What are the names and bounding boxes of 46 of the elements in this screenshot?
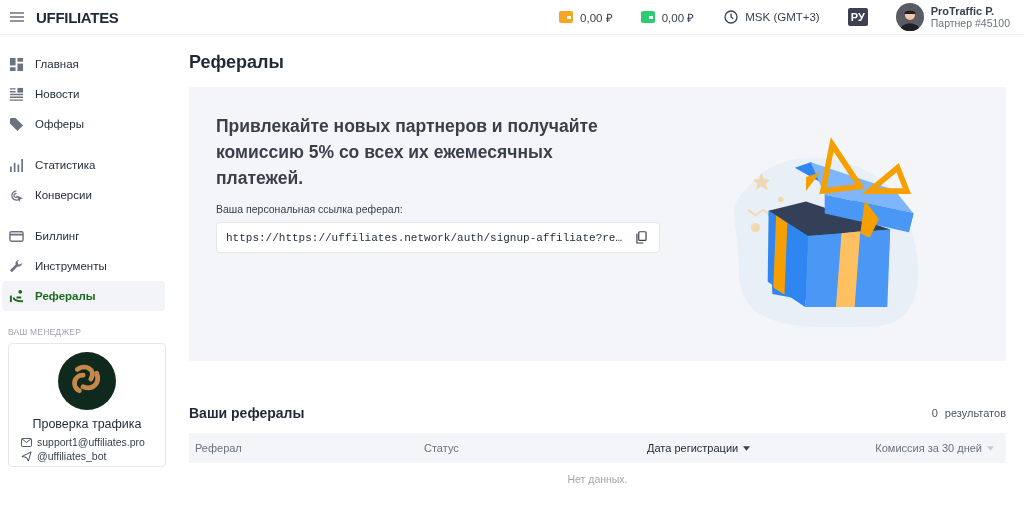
manager-logo-icon [58,352,116,410]
column-header: Реферал [195,442,242,454]
send-icon [21,450,32,462]
promo-headline: Привлекайте новых партнеров и получайте комиссию 5% со всех их ежемесячных платежей. [216,115,599,190]
column-header: Статус [424,442,459,454]
section-heading: ВАШ МЕНЕДЖЕР [8,327,83,337]
sidebar-item[interactable]: Конверсии [2,180,165,210]
clock-icon [724,10,739,24]
person-icon [9,288,24,304]
sort-header[interactable]: Дата регистрации [647,442,739,454]
balance-amount: 0,00 ₽ [661,10,695,25]
timezone-label[interactable]: MSK (GMT+3) [745,11,820,23]
avatar-icon[interactable] [895,3,924,31]
language-button[interactable]: РУ [847,8,868,26]
empty-message: Нет данных. [566,473,629,485]
user-name: ProTraffic P. [930,5,996,17]
mail-icon [21,437,32,447]
referral-link-field[interactable]: https://https://uffiliates.network/auth/signup-affiliate?re… [216,222,660,253]
bar-chart-icon [9,157,24,173]
section-title: Ваши рефералы [189,405,305,421]
balance-amount: 0,00 ₽ [580,10,613,25]
tag-icon [9,116,24,132]
result-label: результатов [944,407,1006,419]
manager-email[interactable]: support1@uffiliates.pro [37,436,145,448]
link-label: Ваша персональная ссылка реферал: [216,203,404,215]
sort-header[interactable]: Комиссия за 30 дней [875,442,982,454]
manager-name: Проверка трафика [32,417,142,431]
sidebar-item[interactable]: Новости [2,79,165,109]
cursor-icon [9,187,24,203]
wrench-icon [9,258,24,274]
dashboard-icon [9,56,24,72]
logo[interactable]: UFFILIATES [36,8,119,26]
sidebar-item[interactable]: Инструменты [2,251,165,281]
manager-telegram[interactable]: @uffiliates_bot [37,450,107,462]
sidebar-item[interactable]: Главная [2,49,165,79]
news-icon [9,86,24,102]
page-title: Рефералы [189,52,285,73]
sidebar-item[interactable]: Статистика [2,150,165,180]
sidebar-item[interactable]: Биллинг [2,221,165,251]
result-count: 0 [931,407,938,419]
partner-id: Партнер #45100 [930,17,1010,29]
credit-card-icon [9,228,24,244]
copy-icon[interactable] [636,231,647,244]
menu-icon[interactable] [10,12,24,22]
sidebar-item[interactable]: Офферы [2,109,165,139]
sidebar-item[interactable]: Рефералы [2,281,165,311]
